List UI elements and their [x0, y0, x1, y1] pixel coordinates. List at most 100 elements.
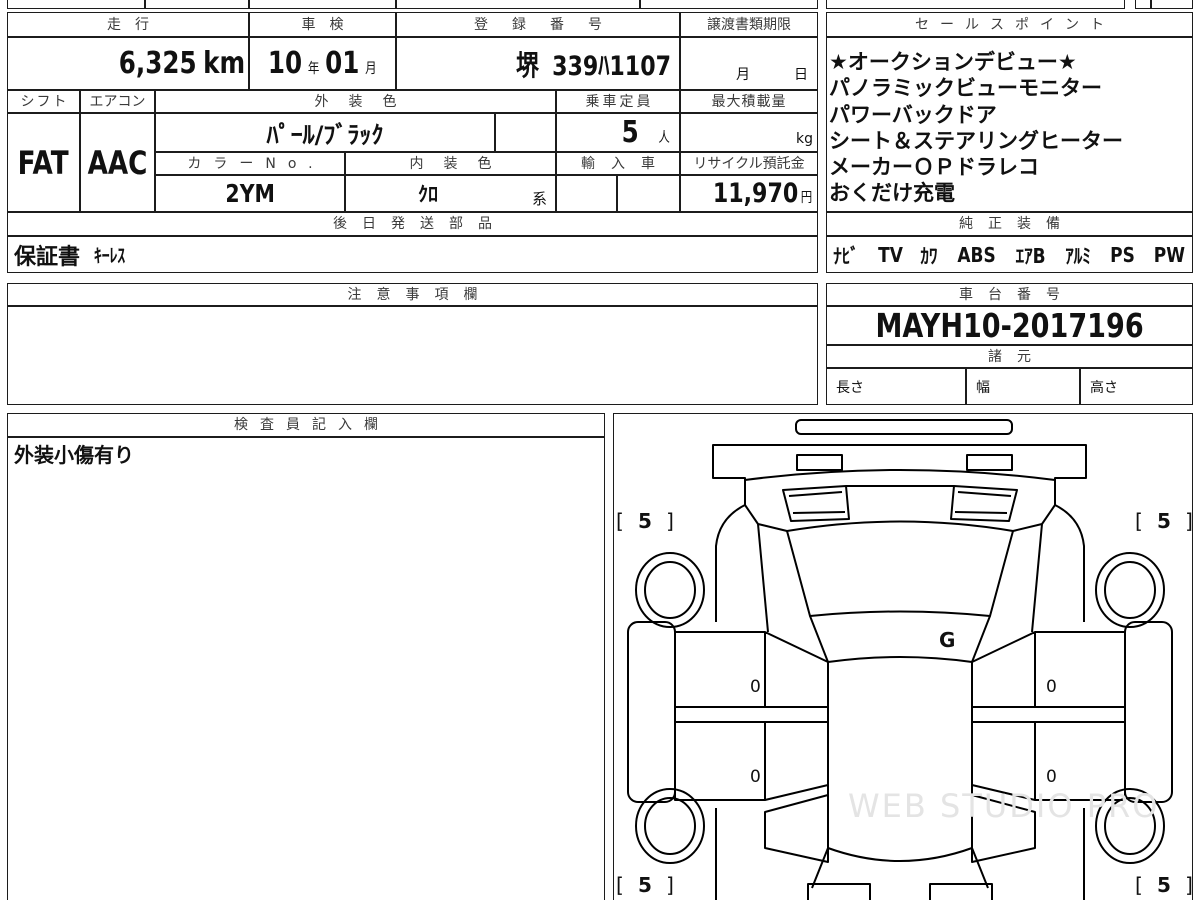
bracket-close: ] [1185, 509, 1193, 533]
max-load-cell: kg [680, 113, 818, 152]
sales-point-item: シート＆ステアリングヒーター [829, 128, 1123, 153]
import-cell-b [617, 175, 680, 212]
width-cell: 幅 [966, 368, 1080, 405]
inspector-body: 外装小傷有り [7, 437, 605, 900]
bracket-close: ] [666, 873, 674, 897]
bracket-close: ] [666, 509, 674, 533]
later-part-item: ｷｰﾚｽ [94, 245, 126, 267]
tire-label-front-left: [ 5 ] [616, 508, 674, 534]
exterior-color-extra-cell [495, 113, 556, 152]
equipment-item: TV [877, 242, 903, 267]
sales-points-body: ★オークションデビュー★ パノラミックビューモニター パワーバックドア シート＆… [826, 37, 1193, 212]
shift-cell: FAT [7, 113, 80, 212]
inspection-month-unit: 月 [365, 61, 377, 77]
recycle-fee-unit: 円 [800, 190, 812, 206]
length-cell: 長さ [826, 368, 966, 405]
top-strip-cell [640, 0, 818, 9]
equipment-item: ｴｱB [1015, 244, 1046, 268]
exterior-color-value: ﾊﾟｰﾙ/ﾌﾞﾗｯｸ [266, 121, 384, 149]
registration-group: 堺 339ﾊ1107 [516, 44, 671, 84]
right-rear-door-mark: 0 [1046, 767, 1057, 787]
top-strip-cell [1135, 0, 1151, 9]
registration-number: 339ﾊ1107 [552, 50, 671, 82]
right-tail-lamp [929, 883, 993, 900]
exterior-color-header: 外装色 [155, 90, 556, 113]
recycle-fee-header: リサイクル預託金 [680, 152, 818, 175]
specs-header: 諸元 [826, 345, 1193, 368]
equipment-item: ABS [957, 242, 996, 267]
left-rear-door-mark: 0 [750, 767, 761, 787]
sales-point-item: パノラミックビューモニター [829, 76, 1102, 101]
left-headlight [796, 454, 843, 471]
aircon-header: エアコン [80, 90, 155, 113]
transfer-deadline-cell: 月 日 [680, 37, 818, 90]
windshield-mark: G [939, 628, 956, 652]
watermark: WEB STUDIO PRO [848, 787, 1160, 825]
later-parts-header: 後日発送部品 [7, 212, 818, 236]
exterior-color-cell: ﾊﾟｰﾙ/ﾌﾞﾗｯｸ [155, 113, 495, 152]
registration-cell: 堺 339ﾊ1107 [396, 37, 680, 90]
hood-edge [744, 469, 1056, 481]
chassis-number-cell: MAYH10-2017196 [826, 306, 1193, 345]
capacity-value: 5 [621, 115, 639, 150]
windshield [786, 520, 1014, 617]
shift-header: シフト [7, 90, 80, 113]
import-cell-a [556, 175, 617, 212]
bracket-open: [ [616, 873, 624, 897]
rear-window-lines [811, 847, 989, 889]
inspection-year-unit: 年 [308, 61, 320, 77]
capacity-header: 乗車定員 [556, 90, 680, 113]
bracket-open: [ [616, 509, 624, 533]
front-bumper [795, 419, 1013, 435]
tire-tread-value: 5 [1157, 873, 1171, 897]
tire-tread-value: 5 [1157, 509, 1171, 533]
max-load-unit: kg [796, 131, 813, 147]
tire-tread-value: 5 [638, 873, 652, 897]
top-strip-cell [145, 0, 249, 9]
max-load-header: 最大積載量 [680, 90, 818, 113]
chassis-header: 車台番号 [826, 283, 1193, 306]
equipment-item: ｶﾜ [920, 244, 938, 268]
mileage-value: 6,325 [118, 46, 197, 81]
tire-tread-value: 5 [638, 509, 652, 533]
notes-header: 注意事項欄 [7, 283, 818, 306]
car-right-side [950, 485, 1173, 900]
registration-region: 堺 [515, 48, 539, 82]
top-strip-cell [249, 0, 396, 9]
front-body-outline [712, 444, 1087, 505]
mileage-group: 6,325 km [119, 46, 245, 81]
bracket-open: [ [1135, 509, 1143, 533]
inspection-month: 01 [325, 46, 360, 81]
inspection-cell: 10 年 01 月 [249, 37, 396, 90]
notes-body [7, 306, 818, 405]
capacity-cell: 5 人 [556, 113, 680, 152]
interior-color-cell: ｸﾛ 系 [345, 175, 556, 212]
import-header: 輸入車 [556, 152, 680, 175]
auction-sheet: 走行 車検 登録番号 譲渡書類期限 6,325 km 10 年 01 月 堺 3… [0, 0, 1200, 900]
equipment-item: ｱﾙﾐ [1065, 244, 1091, 268]
interior-color-header: 内装色 [345, 152, 556, 175]
equipment-item: PS [1109, 242, 1135, 267]
tire-label-rear-left: [ 5 ] [616, 872, 674, 898]
recycle-fee-group: 11,970 円 [713, 178, 812, 209]
top-strip-cell [1151, 0, 1193, 9]
later-part-item: 保証書 [14, 244, 81, 270]
capacity-unit: 人 [658, 130, 670, 146]
later-parts-cell: 保証書 ｷｰﾚｽ [7, 236, 818, 273]
equipment-item: PW [1153, 242, 1186, 267]
mileage-header: 走行 [7, 12, 249, 37]
top-strip-cell [826, 0, 1125, 9]
right-headlight [966, 454, 1013, 471]
sales-point-item: パワーバックドア [829, 102, 997, 127]
sales-point-item: ★オークションデビュー★ [829, 50, 1077, 74]
car-left-side [627, 485, 850, 900]
car-diagram [627, 419, 1173, 900]
interior-color-value: ｸﾛ [418, 182, 438, 206]
recycle-fee-cell: 11,970 円 [680, 175, 818, 212]
left-tail-lamp [807, 883, 871, 900]
inspection-header: 車検 [249, 12, 396, 37]
sales-point-item: おくだけ充電 [829, 181, 955, 206]
capacity-group: 5 人 [622, 115, 670, 150]
tire-label-front-right: [ 5 ] [1135, 508, 1193, 534]
color-no-value: 2YM [225, 179, 275, 208]
